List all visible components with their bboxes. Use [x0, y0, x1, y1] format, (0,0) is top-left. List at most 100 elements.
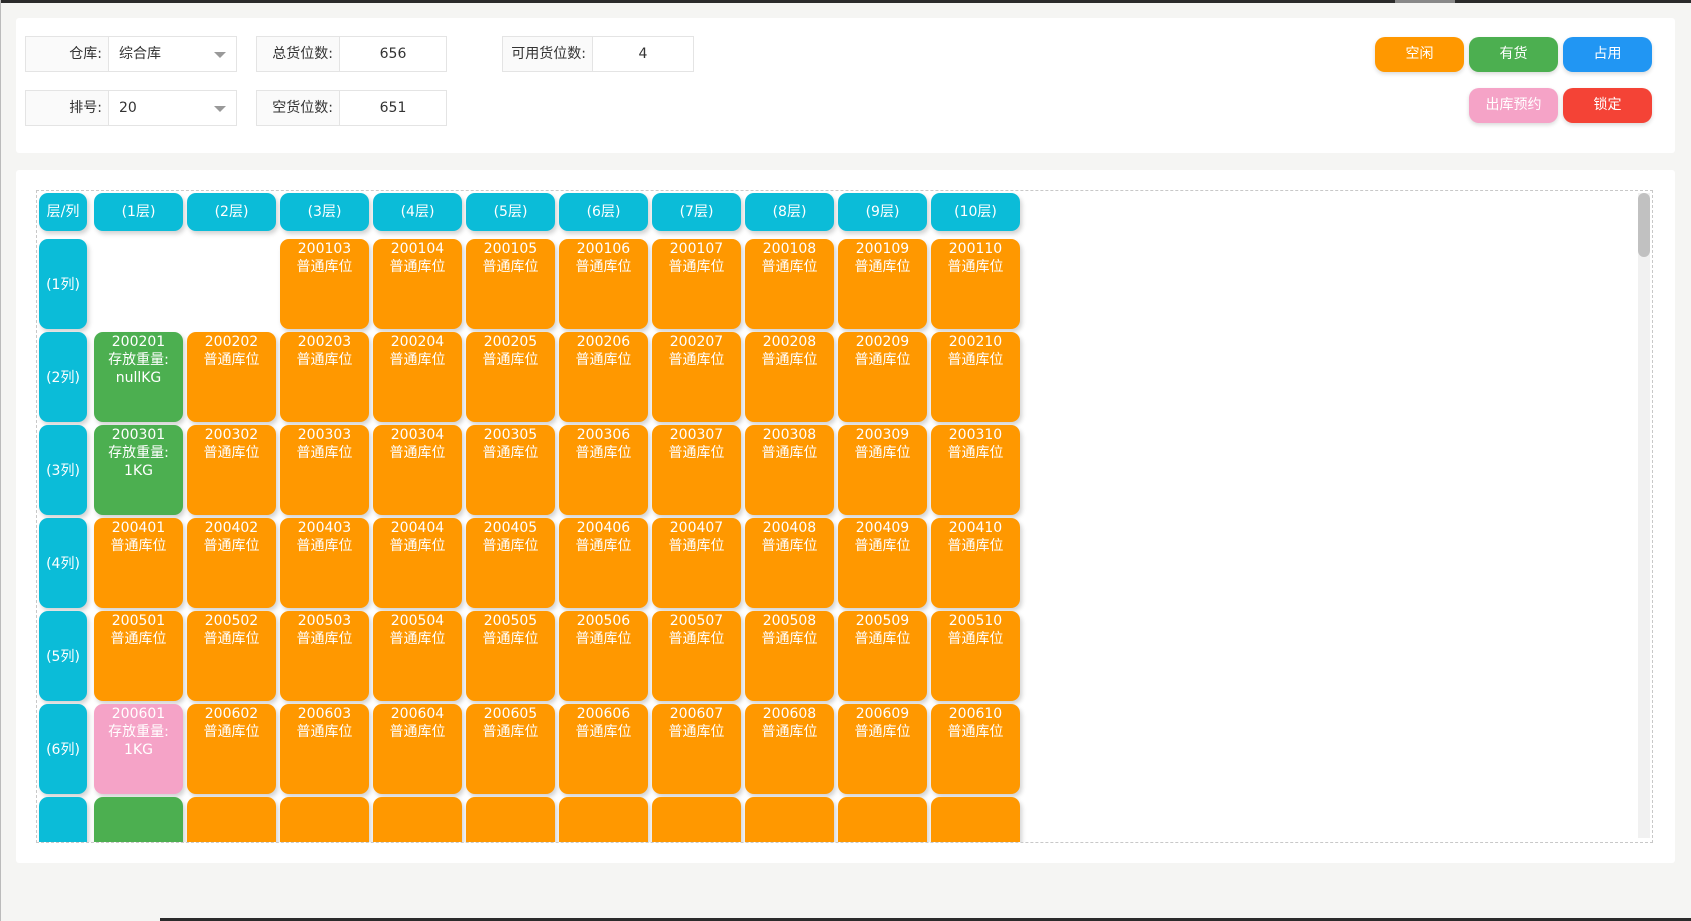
storage-slot[interactable]: 200109 普通库位 [838, 239, 927, 329]
grid-scrollbar[interactable] [1638, 193, 1650, 838]
storage-slot[interactable]: 200105 普通库位 [466, 239, 555, 329]
storage-slot[interactable]: 200509 普通库位 [838, 611, 927, 701]
storage-slot[interactable]: 200402 普通库位 [187, 518, 276, 608]
slot-type: 普通库位 [203, 724, 260, 740]
storage-slot[interactable]: 200210 普通库位 [931, 332, 1020, 422]
storage-slot[interactable]: 200501 普通库位 [94, 611, 183, 701]
storage-slot[interactable]: 200308 普通库位 [745, 425, 834, 515]
storage-slot[interactable]: 200305 普通库位 [466, 425, 555, 515]
storage-slot[interactable]: 200103 普通库位 [280, 239, 369, 329]
storage-slot[interactable] [931, 797, 1020, 842]
storage-slot[interactable]: 200110 普通库位 [931, 239, 1020, 329]
storage-slot[interactable]: 200609 普通库位 [838, 704, 927, 794]
storage-slot[interactable]: 200304 普通库位 [373, 425, 462, 515]
storage-slot[interactable]: 200405 普通库位 [466, 518, 555, 608]
legend-outbound-reserved-button[interactable]: 出库预约 [1469, 88, 1558, 123]
storage-slot[interactable]: 200606 普通库位 [559, 704, 648, 794]
storage-slot[interactable]: 200307 普通库位 [652, 425, 741, 515]
slot-type: 普通库位 [854, 724, 911, 740]
storage-slot[interactable]: 200205 普通库位 [466, 332, 555, 422]
slot-weight-value: 1KG [124, 463, 153, 479]
storage-slot[interactable] [838, 797, 927, 842]
storage-slot[interactable]: 200603 普通库位 [280, 704, 369, 794]
storage-slot[interactable]: 200108 普通库位 [745, 239, 834, 329]
storage-slot[interactable]: 200608 普通库位 [745, 704, 834, 794]
storage-slot[interactable]: 200209 普通库位 [838, 332, 927, 422]
row-no-select[interactable]: 20 [109, 91, 236, 125]
legend-idle-button[interactable]: 空闲 [1375, 37, 1464, 72]
storage-slot[interactable] [652, 797, 741, 842]
slot-code: 200406 [576, 520, 631, 536]
storage-slot[interactable]: 200504 普通库位 [373, 611, 462, 701]
storage-slot[interactable]: 200206 普通库位 [559, 332, 648, 422]
storage-slot[interactable]: 200309 普通库位 [838, 425, 927, 515]
storage-slot[interactable]: 200602 普通库位 [187, 704, 276, 794]
storage-slot[interactable]: 200503 普通库位 [280, 611, 369, 701]
grid-scrollbar-thumb[interactable] [1638, 193, 1650, 257]
filter-panel: 仓库: 综合库 总货位数: 656 可用货位数: 4 排号: 20 空货位数: … [16, 18, 1675, 153]
storage-slot[interactable]: 200508 普通库位 [745, 611, 834, 701]
storage-slot[interactable] [559, 797, 648, 842]
storage-slot[interactable] [94, 797, 183, 842]
available-slots-label: 可用货位数: [503, 37, 593, 71]
storage-slot[interactable]: 200502 普通库位 [187, 611, 276, 701]
legend-stocked-button[interactable]: 有货 [1469, 37, 1558, 72]
storage-slot[interactable]: 200303 普通库位 [280, 425, 369, 515]
storage-slot[interactable]: 200404 普通库位 [373, 518, 462, 608]
slot-type: 普通库位 [854, 259, 911, 275]
level-header: (1层) [94, 193, 183, 231]
storage-slot[interactable]: 200507 普通库位 [652, 611, 741, 701]
storage-slot[interactable]: 200203 普通库位 [280, 332, 369, 422]
storage-grid[interactable]: 层/列 (1层) (2层) (3层) (4层) (5层) (6层) (7层) (8层) (9层)(… [36, 190, 1653, 843]
storage-slot[interactable]: 200107 普通库位 [652, 239, 741, 329]
slot-code: 200205 [483, 334, 538, 350]
slot-code: 200204 [390, 334, 445, 350]
storage-slot[interactable]: 200310 普通库位 [931, 425, 1020, 515]
storage-slot[interactable]: 200408 普通库位 [745, 518, 834, 608]
storage-slot[interactable]: 200403 普通库位 [280, 518, 369, 608]
column-header: (2列) [39, 332, 87, 422]
slot-code: 200410 [948, 520, 1003, 536]
storage-slot[interactable]: 200410 普通库位 [931, 518, 1020, 608]
storage-slot[interactable] [373, 797, 462, 842]
storage-slot[interactable]: 200407 普通库位 [652, 518, 741, 608]
storage-slot[interactable]: 200207 普通库位 [652, 332, 741, 422]
storage-slot[interactable]: 200306 普通库位 [559, 425, 648, 515]
storage-slot[interactable]: 200301 存放重量: 1KG [94, 425, 183, 515]
storage-slot[interactable]: 200302 普通库位 [187, 425, 276, 515]
storage-slot[interactable]: 200610 普通库位 [931, 704, 1020, 794]
slot-type: 普通库位 [668, 445, 725, 461]
storage-slot[interactable]: 200202 普通库位 [187, 332, 276, 422]
storage-slot[interactable]: 200605 普通库位 [466, 704, 555, 794]
storage-slot[interactable]: 200208 普通库位 [745, 332, 834, 422]
slot-type: 普通库位 [575, 259, 632, 275]
slot-type: 普通库位 [947, 445, 1004, 461]
slot-code: 200606 [576, 706, 631, 722]
storage-slot[interactable] [745, 797, 834, 842]
storage-slot[interactable]: 200409 普通库位 [838, 518, 927, 608]
storage-slot[interactable]: 200604 普通库位 [373, 704, 462, 794]
warehouse-select[interactable]: 综合库 [109, 37, 236, 71]
storage-slot[interactable]: 200401 普通库位 [94, 518, 183, 608]
legend-occupied-button[interactable]: 占用 [1563, 37, 1652, 72]
column-header: (3列) [39, 425, 87, 515]
slot-type: 普通库位 [761, 259, 818, 275]
level-header: (10层) [931, 193, 1020, 231]
storage-slot[interactable]: 200201 存放重量: nullKG [94, 332, 183, 422]
storage-slot[interactable]: 200607 普通库位 [652, 704, 741, 794]
storage-slot[interactable] [187, 797, 276, 842]
storage-slot[interactable] [280, 797, 369, 842]
total-slots-field: 总货位数: 656 [256, 36, 447, 72]
storage-slot[interactable] [466, 797, 555, 842]
slot-type: 普通库位 [296, 538, 353, 554]
slot-type: 普通库位 [575, 538, 632, 554]
storage-slot[interactable]: 200406 普通库位 [559, 518, 648, 608]
storage-slot[interactable]: 200204 普通库位 [373, 332, 462, 422]
storage-slot[interactable]: 200106 普通库位 [559, 239, 648, 329]
storage-slot[interactable]: 200104 普通库位 [373, 239, 462, 329]
storage-slot[interactable]: 200505 普通库位 [466, 611, 555, 701]
storage-slot[interactable]: 200601 存放重量: 1KG [94, 704, 183, 794]
legend-locked-button[interactable]: 锁定 [1563, 88, 1652, 123]
storage-slot[interactable]: 200506 普通库位 [559, 611, 648, 701]
storage-slot[interactable]: 200510 普通库位 [931, 611, 1020, 701]
